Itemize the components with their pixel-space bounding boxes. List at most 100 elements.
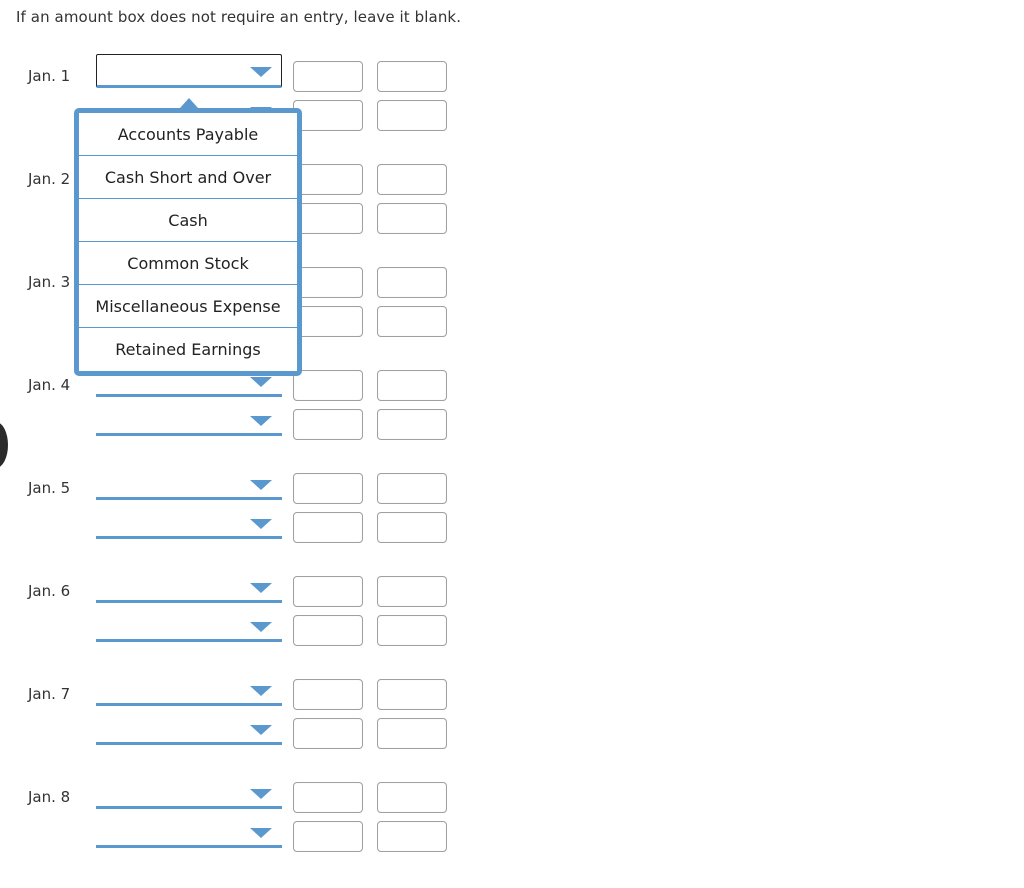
- credit-amount-input[interactable]: [378, 719, 446, 748]
- credit-amount-field[interactable]: [377, 718, 447, 749]
- debit-amount-input[interactable]: [294, 204, 362, 233]
- debit-amount-field[interactable]: [293, 306, 363, 337]
- credit-amount-input[interactable]: [378, 474, 446, 503]
- account-select[interactable]: [96, 608, 282, 642]
- debit-amount-field[interactable]: [293, 267, 363, 298]
- debit-amount-input[interactable]: [294, 474, 362, 503]
- debit-amount-field[interactable]: [293, 821, 363, 852]
- debit-amount-input[interactable]: [294, 371, 362, 400]
- chevron-down-icon: [250, 725, 272, 735]
- credit-amount-field[interactable]: [377, 370, 447, 401]
- debit-amount-field[interactable]: [293, 473, 363, 504]
- account-select[interactable]: [96, 466, 282, 500]
- debit-amount-field[interactable]: [293, 718, 363, 749]
- debit-amount-field[interactable]: [293, 61, 363, 92]
- instruction-text: If an amount box does not require an ent…: [16, 8, 462, 26]
- credit-amount-input[interactable]: [378, 371, 446, 400]
- account-select[interactable]: [96, 672, 282, 706]
- account-select[interactable]: [96, 54, 282, 88]
- debit-amount-input[interactable]: [294, 616, 362, 645]
- dropdown-option-retained-earnings[interactable]: Retained Earnings: [79, 328, 297, 371]
- credit-amount-input[interactable]: [378, 680, 446, 709]
- debit-amount-input[interactable]: [294, 719, 362, 748]
- credit-amount-field[interactable]: [377, 512, 447, 543]
- debit-amount-field[interactable]: [293, 512, 363, 543]
- credit-amount-input[interactable]: [378, 204, 446, 233]
- debit-amount-field[interactable]: [293, 370, 363, 401]
- debit-amount-input[interactable]: [294, 307, 362, 336]
- account-select[interactable]: [96, 569, 282, 603]
- account-select[interactable]: [96, 814, 282, 848]
- debit-amount-field[interactable]: [293, 100, 363, 131]
- dropdown-option-miscellaneous-expense[interactable]: Miscellaneous Expense: [79, 285, 297, 328]
- chevron-down-icon: [250, 828, 272, 838]
- credit-amount-field[interactable]: [377, 615, 447, 646]
- credit-amount-field[interactable]: [377, 409, 447, 440]
- side-panel-handle[interactable]: [0, 422, 8, 468]
- credit-amount-input[interactable]: [378, 783, 446, 812]
- debit-amount-input[interactable]: [294, 577, 362, 606]
- credit-amount-input[interactable]: [378, 577, 446, 606]
- chevron-down-icon: [250, 377, 272, 387]
- credit-amount-field[interactable]: [377, 203, 447, 234]
- debit-amount-input[interactable]: [294, 268, 362, 297]
- debit-amount-input[interactable]: [294, 62, 362, 91]
- credit-amount-field[interactable]: [377, 164, 447, 195]
- entry-date-label: Jan. 6: [28, 582, 71, 600]
- debit-amount-input[interactable]: [294, 783, 362, 812]
- entry-date-label: Jan. 7: [28, 685, 71, 703]
- debit-amount-field[interactable]: [293, 615, 363, 646]
- debit-amount-field[interactable]: [293, 203, 363, 234]
- debit-amount-input[interactable]: [294, 410, 362, 439]
- debit-amount-field[interactable]: [293, 164, 363, 195]
- credit-amount-input[interactable]: [378, 616, 446, 645]
- chevron-down-icon: [250, 622, 272, 632]
- entry-date-label: Jan. 2: [28, 170, 71, 188]
- dropdown-option-common-stock[interactable]: Common Stock: [79, 242, 297, 285]
- chevron-down-icon: [250, 67, 272, 77]
- credit-amount-field[interactable]: [377, 267, 447, 298]
- credit-amount-field[interactable]: [377, 306, 447, 337]
- entry-date-label: Jan. 1: [28, 67, 71, 85]
- credit-amount-input[interactable]: [378, 62, 446, 91]
- credit-amount-field[interactable]: [377, 61, 447, 92]
- dropdown-option-cash[interactable]: Cash: [79, 199, 297, 242]
- account-select[interactable]: [96, 775, 282, 809]
- debit-amount-field[interactable]: [293, 679, 363, 710]
- account-select[interactable]: [96, 711, 282, 745]
- credit-amount-input[interactable]: [378, 165, 446, 194]
- chevron-down-icon: [250, 583, 272, 593]
- debit-amount-input[interactable]: [294, 165, 362, 194]
- dropdown-option-cash-short-and-over[interactable]: Cash Short and Over: [79, 156, 297, 199]
- credit-amount-input[interactable]: [378, 307, 446, 336]
- account-select[interactable]: [96, 505, 282, 539]
- credit-amount-input[interactable]: [378, 822, 446, 851]
- credit-amount-field[interactable]: [377, 821, 447, 852]
- account-dropdown-menu: Accounts Payable Cash Short and Over Cas…: [74, 98, 302, 376]
- credit-amount-field[interactable]: [377, 576, 447, 607]
- chevron-down-icon: [250, 480, 272, 490]
- debit-amount-input[interactable]: [294, 822, 362, 851]
- dropdown-option-accounts-payable[interactable]: Accounts Payable: [79, 113, 297, 156]
- credit-amount-field[interactable]: [377, 679, 447, 710]
- credit-amount-field[interactable]: [377, 100, 447, 131]
- credit-amount-input[interactable]: [378, 410, 446, 439]
- debit-amount-field[interactable]: [293, 782, 363, 813]
- debit-amount-input[interactable]: [294, 680, 362, 709]
- chevron-down-icon: [250, 416, 272, 426]
- debit-amount-input[interactable]: [294, 101, 362, 130]
- credit-amount-field[interactable]: [377, 473, 447, 504]
- credit-amount-input[interactable]: [378, 268, 446, 297]
- debit-amount-field[interactable]: [293, 409, 363, 440]
- entry-date-label: Jan. 3: [28, 273, 71, 291]
- credit-amount-input[interactable]: [378, 101, 446, 130]
- credit-amount-field[interactable]: [377, 782, 447, 813]
- credit-amount-input[interactable]: [378, 513, 446, 542]
- debit-amount-input[interactable]: [294, 513, 362, 542]
- chevron-down-icon: [250, 686, 272, 696]
- debit-amount-field[interactable]: [293, 576, 363, 607]
- entry-date-label: Jan. 5: [28, 479, 71, 497]
- dropdown-pointer-icon: [180, 98, 198, 108]
- entry-date-label: Jan. 8: [28, 788, 71, 806]
- account-select[interactable]: [96, 402, 282, 436]
